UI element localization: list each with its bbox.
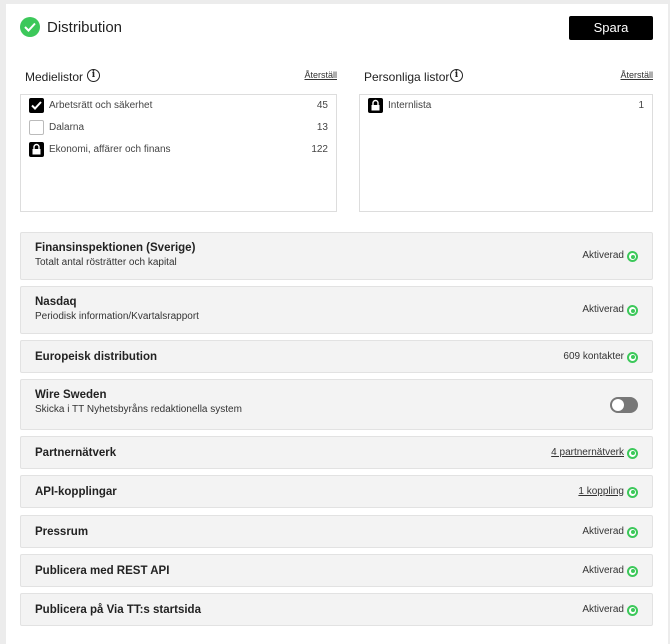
status-dot-icon xyxy=(627,604,638,616)
channel-title: Nasdaq xyxy=(35,296,77,308)
lock-icon xyxy=(368,98,383,113)
channel-row[interactable]: Pressrum Aktiverad xyxy=(20,515,653,548)
channel-title: Publicera med REST API xyxy=(35,564,170,577)
channel-row[interactable]: Publicera med REST API Aktiverad xyxy=(20,554,653,587)
channel-title: API-kopplingar xyxy=(35,485,117,498)
channel-row[interactable]: Publicera på Via TT:s startsida Aktiverad xyxy=(20,593,653,626)
channel-subtitle: Periodisk information/Kvartalsrapport xyxy=(35,311,199,322)
check-circle-icon xyxy=(20,17,40,37)
medialist-item[interactable]: Ekonomi, affärer och finans 122 xyxy=(21,139,336,161)
channel-subtitle: Skicka i TT Nyhetsbyråns redaktionella s… xyxy=(35,404,242,415)
channel-status: Aktiverad xyxy=(582,603,624,615)
channel-title: Pressrum xyxy=(35,525,89,538)
personal-list-item-count: 1 xyxy=(638,100,644,111)
medialists-reset-link[interactable]: Återställ xyxy=(304,70,337,80)
distribution-panel: Distribution Spara Medielistor i Återstä… xyxy=(6,4,668,644)
info-icon[interactable]: i xyxy=(87,69,100,82)
checkbox-empty-icon[interactable] xyxy=(29,120,44,135)
channel-title: Finansinspektionen (Sverige) xyxy=(35,242,196,254)
lock-icon xyxy=(29,142,44,157)
medialist-item-count: 122 xyxy=(311,144,328,155)
channel-title: Partnernätverk xyxy=(35,446,117,459)
header: Distribution Spara xyxy=(20,16,653,44)
status-dot-icon xyxy=(627,251,638,262)
channel-status: 609 kontakter xyxy=(563,350,624,362)
medialists-box: Arbetsrätt och säkerhet 45 Dalarna 13 Ekonom… xyxy=(20,94,337,212)
personal-list-item-label: Internlista xyxy=(388,100,432,111)
channel-status-link[interactable]: 4 partnernätverk xyxy=(551,447,624,458)
medialist-item[interactable]: Dalarna 13 xyxy=(21,117,336,139)
save-button[interactable]: Spara xyxy=(569,16,653,40)
personal-lists-box: Internlista 1 xyxy=(359,94,653,212)
channel-row[interactable]: Partnernätverk 4 partnernätverk xyxy=(20,436,653,469)
personal-lists-label: Personliga listor xyxy=(364,70,450,84)
personal-lists-section: Personliga listor i Återställ Internlist… xyxy=(359,68,653,212)
status-dot-icon xyxy=(627,565,638,577)
medialist-item-label: Dalarna xyxy=(49,122,85,133)
channel-title: Publicera på Via TT:s startsida xyxy=(35,603,201,616)
channel-title: Europeisk distribution xyxy=(35,350,158,363)
channel-subtitle: Totalt antal rösträtter och kapital xyxy=(35,257,177,268)
page-title: Distribution xyxy=(47,19,123,36)
channel-row[interactable]: API-kopplingar 1 koppling xyxy=(20,475,653,508)
medialist-item-label: Arbetsrätt och säkerhet xyxy=(49,100,153,111)
wire-sweden-toggle[interactable] xyxy=(610,396,638,413)
channel-status: Aktiverad xyxy=(582,564,624,576)
personal-list-item[interactable]: Internlista 1 xyxy=(360,95,652,117)
medialists-section: Medielistor i Återställ Arbetsrätt och s… xyxy=(20,68,337,212)
personal-lists-reset-link[interactable]: Återställ xyxy=(620,70,653,80)
channel-status: Aktiverad xyxy=(582,525,624,537)
medialist-item-count: 45 xyxy=(316,100,328,111)
channel-row[interactable]: Wire Sweden Skicka i TT Nyhetsbyråns reda… xyxy=(20,379,653,430)
channel-status: Aktiverad xyxy=(582,304,624,315)
channel-status-link[interactable]: 1 koppling xyxy=(578,486,624,497)
channel-row[interactable]: Nasdaq Periodisk information/Kvartalsrapp… xyxy=(20,286,653,334)
medialists-label: Medielistor xyxy=(25,70,84,84)
status-dot-icon xyxy=(627,526,638,538)
medialist-item-label: Ekonomi, affärer och finans xyxy=(49,144,171,155)
status-dot-icon xyxy=(627,486,638,498)
channel-title: Wire Sweden xyxy=(35,389,107,401)
medialist-item-count: 13 xyxy=(316,122,328,133)
channel-row[interactable]: Europeisk distribution 609 kontakter xyxy=(20,340,653,373)
checkbox-checked-icon[interactable] xyxy=(29,98,44,113)
status-dot-icon xyxy=(627,447,638,459)
info-icon[interactable]: i xyxy=(450,69,463,82)
channel-status: Aktiverad xyxy=(582,250,624,261)
status-dot-icon xyxy=(627,305,638,316)
medialist-item[interactable]: Arbetsrätt och säkerhet 45 xyxy=(21,95,336,117)
status-dot-icon xyxy=(627,351,638,363)
channel-row[interactable]: Finansinspektionen (Sverige) Totalt antal… xyxy=(20,232,653,280)
